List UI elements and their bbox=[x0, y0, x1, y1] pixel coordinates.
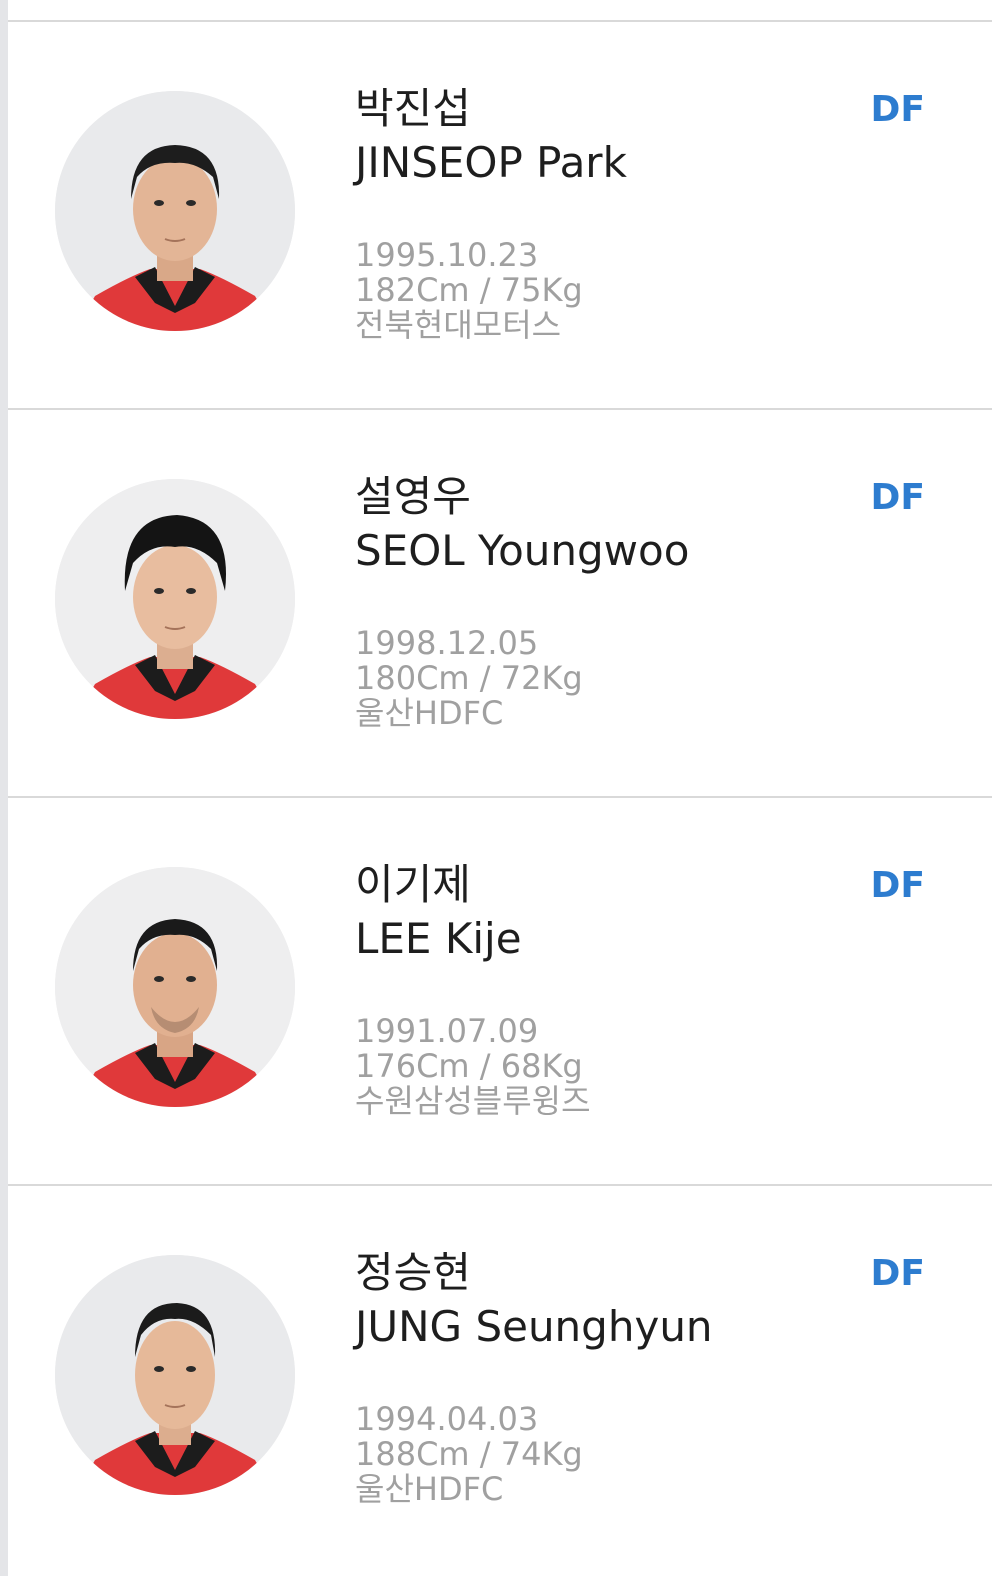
player-card[interactable]: 설영우 SEOL Youngwoo DF 1998.12.05 180Cm / … bbox=[8, 410, 992, 798]
player-photo bbox=[55, 867, 295, 1107]
player-photo bbox=[55, 91, 295, 331]
player-info: 1994.04.03 188Cm / 74Kg 울산HDFC bbox=[355, 1402, 583, 1507]
position-badge: DF bbox=[870, 89, 925, 130]
player-name-english: SEOL Youngwoo bbox=[355, 526, 690, 575]
player-height-weight: 182Cm / 75Kg bbox=[355, 271, 583, 309]
player-info: 1991.07.09 176Cm / 68Kg 수원삼성블루윙즈 bbox=[355, 1014, 591, 1119]
player-avatar-icon bbox=[55, 1255, 295, 1495]
player-info: 1998.12.05 180Cm / 72Kg 울산HDFC bbox=[355, 626, 583, 731]
player-club: 수원삼성블루윙즈 bbox=[355, 1082, 591, 1120]
player-height-weight: 188Cm / 74Kg bbox=[355, 1435, 583, 1473]
player-avatar-icon bbox=[55, 479, 295, 719]
player-avatar-icon bbox=[55, 91, 295, 331]
player-club: 울산HDFC bbox=[355, 1470, 504, 1508]
player-height-weight: 176Cm / 68Kg bbox=[355, 1047, 583, 1085]
player-birthdate: 1995.10.23 bbox=[355, 236, 539, 274]
player-name-korean: 박진섭 bbox=[355, 84, 471, 133]
player-card[interactable]: 이기제 LEE Kije DF 1991.07.09 176Cm / 68Kg … bbox=[8, 798, 992, 1186]
player-list: 박진섭 JINSEOP Park DF 1995.10.23 182Cm / 7… bbox=[8, 22, 992, 1576]
player-photo bbox=[55, 479, 295, 719]
player-card[interactable]: 정승현 JUNG Seunghyun DF 1994.04.03 188Cm /… bbox=[8, 1186, 992, 1572]
player-photo bbox=[55, 1255, 295, 1495]
player-birthdate: 1998.12.05 bbox=[355, 624, 539, 662]
left-edge bbox=[0, 0, 8, 1576]
player-height-weight: 180Cm / 72Kg bbox=[355, 659, 583, 697]
player-birthdate: 1991.07.09 bbox=[355, 1012, 539, 1050]
player-club: 전북현대모터스 bbox=[355, 306, 562, 344]
player-name-english: JINSEOP Park bbox=[355, 138, 627, 187]
position-badge: DF bbox=[870, 1253, 925, 1294]
player-club: 울산HDFC bbox=[355, 694, 504, 732]
position-badge: DF bbox=[870, 865, 925, 906]
player-name-english: LEE Kije bbox=[355, 914, 522, 963]
player-card[interactable]: 박진섭 JINSEOP Park DF 1995.10.23 182Cm / 7… bbox=[8, 22, 992, 410]
player-info: 1995.10.23 182Cm / 75Kg 전북현대모터스 bbox=[355, 238, 583, 343]
player-name-english: JUNG Seunghyun bbox=[355, 1302, 713, 1351]
player-name-korean: 이기제 bbox=[355, 860, 471, 909]
player-birthdate: 1994.04.03 bbox=[355, 1400, 539, 1438]
position-badge: DF bbox=[870, 477, 925, 518]
player-avatar-icon bbox=[55, 867, 295, 1107]
player-name-korean: 정승현 bbox=[355, 1248, 471, 1297]
player-name-korean: 설영우 bbox=[355, 472, 471, 521]
